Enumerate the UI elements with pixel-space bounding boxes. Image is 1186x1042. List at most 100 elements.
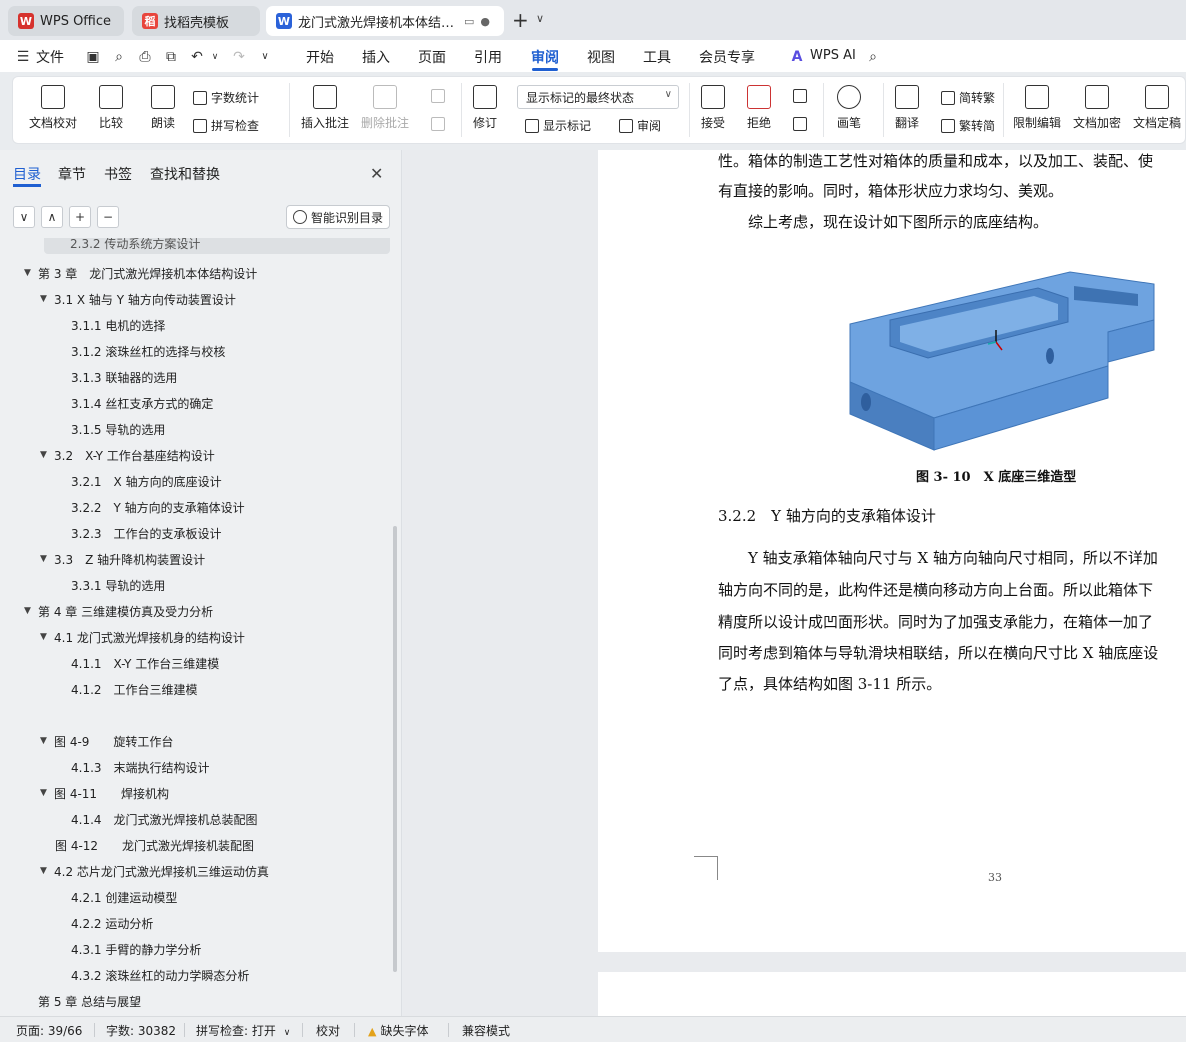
toc-item[interactable]: ▼ 4.1 龙门式激光焊接机身的结构设计 bbox=[40, 626, 245, 648]
nav-tab-find-replace[interactable]: 查找和替换 bbox=[150, 164, 220, 184]
menu-view[interactable]: 视图 bbox=[587, 47, 615, 67]
unsaved-dot-icon[interactable]: ● bbox=[480, 15, 490, 28]
expand-triangle-icon[interactable]: ▼ bbox=[40, 736, 54, 746]
toc-item[interactable]: ▼ 图 4-9 旋转工作台 bbox=[40, 730, 173, 752]
toc-item[interactable]: 3.1.2 滚珠丝杠的选择与校核 bbox=[71, 340, 225, 362]
expand-triangle-icon[interactable]: ▼ bbox=[40, 450, 54, 460]
toc-item-partial[interactable]: 2.3.2 传动系统方案设计 bbox=[44, 238, 390, 254]
toc-item[interactable]: 3.3.1 导轨的选用 bbox=[71, 574, 165, 596]
undo-icon[interactable]: ↶ bbox=[188, 48, 206, 66]
pen-button[interactable]: 画笔 bbox=[837, 85, 861, 131]
toc-item[interactable]: 4.3.2 滚珠丝杠的动力学瞬态分析 bbox=[71, 964, 249, 986]
menu-insert[interactable]: 插入 bbox=[362, 47, 390, 67]
tab-document[interactable]: W 龙门式激光焊接机本体结构与控 ▭ ● bbox=[266, 6, 504, 36]
nav-tab-bookmarks[interactable]: 书签 bbox=[104, 164, 132, 184]
toc-item[interactable]: 第 5 章 总结与展望 bbox=[38, 990, 141, 1012]
nav-tab-chapters[interactable]: 章节 bbox=[58, 164, 86, 184]
collapse-down-chevron-icon[interactable]: ∨ bbox=[13, 206, 35, 228]
expand-triangle-icon[interactable]: ▼ bbox=[40, 632, 54, 642]
toc-item[interactable]: 4.1.3 末端执行结构设计 bbox=[71, 756, 210, 778]
encrypt-button[interactable]: 文档加密 bbox=[1073, 85, 1121, 131]
expand-up-chevron-icon[interactable]: ∧ bbox=[41, 206, 63, 228]
next-comment-button[interactable] bbox=[431, 117, 449, 131]
expand-triangle-icon[interactable]: ▼ bbox=[40, 554, 54, 564]
toc-item[interactable]: ▼ 3.2 X-Y 工作台基座结构设计 bbox=[40, 444, 215, 466]
share-icon[interactable]: ⌕ bbox=[110, 48, 128, 66]
toc-item[interactable]: 3.1.5 导轨的选用 bbox=[71, 418, 165, 440]
reject-button[interactable]: 拒绝 bbox=[747, 85, 771, 131]
translate-button[interactable]: 翻译 bbox=[895, 85, 919, 131]
tab-template[interactable]: 稻 找稻壳模板 bbox=[132, 6, 260, 36]
toc-item[interactable]: 3.1.4 丝杠支承方式的确定 bbox=[71, 392, 213, 414]
toc-item[interactable]: 4.1.4 龙门式激光焊接机总装配图 bbox=[71, 808, 258, 830]
toc-item[interactable]: 4.2.1 创建运动模型 bbox=[71, 886, 177, 908]
toc-item[interactable]: 3.1.3 联轴器的选用 bbox=[71, 366, 177, 388]
toc-item[interactable]: 4.3.1 手臂的静力学分析 bbox=[71, 938, 201, 960]
spell-check-button[interactable]: 拼写检查 bbox=[193, 117, 259, 134]
menu-page[interactable]: 页面 bbox=[418, 47, 446, 67]
menu-member[interactable]: 会员专享 bbox=[699, 47, 755, 67]
expand-triangle-icon[interactable]: ▼ bbox=[40, 866, 54, 876]
prev-revision-button[interactable] bbox=[793, 89, 811, 103]
menu-start[interactable]: 开始 bbox=[306, 47, 334, 67]
nav-tab-toc[interactable]: 目录 bbox=[13, 164, 41, 184]
toc-item[interactable]: ▼ 图 4-11 焊接机构 bbox=[40, 782, 169, 804]
toc-item[interactable]: 3.2.2 Y 轴方向的支承箱体设计 bbox=[71, 496, 245, 518]
next-document-page[interactable] bbox=[598, 972, 1186, 1016]
chevron-down-icon[interactable]: ∨ bbox=[206, 48, 224, 66]
toc-item[interactable]: 3.2.3 工作台的支承板设计 bbox=[71, 522, 222, 544]
read-aloud-button[interactable]: 朗读 bbox=[151, 85, 175, 131]
toc-item[interactable]: 4.1.1 X-Y 工作台三维建模 bbox=[71, 652, 219, 674]
proofread-status[interactable]: 校对 bbox=[316, 1022, 340, 1039]
menu-wps-ai[interactable]: WPS AI bbox=[810, 48, 856, 63]
revise-button[interactable]: 修订 bbox=[473, 85, 497, 131]
tab-wps-office[interactable]: W WPS Office bbox=[8, 6, 124, 36]
expand-triangle-icon[interactable]: ▼ bbox=[24, 606, 38, 616]
menu-reference[interactable]: 引用 bbox=[474, 47, 502, 67]
expand-triangle-icon[interactable]: ▼ bbox=[24, 268, 38, 278]
word-count-indicator[interactable]: 字数: 30382 bbox=[106, 1022, 176, 1039]
chevron-down-icon[interactable]: ∨ bbox=[536, 12, 544, 25]
menu-file[interactable]: 文件 bbox=[36, 47, 64, 67]
print-preview-icon[interactable]: ⧉ bbox=[162, 48, 180, 66]
finalize-button[interactable]: 文档定稿 bbox=[1133, 85, 1181, 131]
toc-scrollbar[interactable] bbox=[393, 526, 397, 972]
compare-button[interactable]: 比较 bbox=[99, 85, 123, 131]
hamburger-icon[interactable]: ☰ bbox=[14, 48, 32, 66]
smart-toc-button[interactable]: 智能识别目录 bbox=[286, 205, 390, 229]
next-revision-button[interactable] bbox=[793, 117, 811, 131]
to-traditional-button[interactable]: 简转繁 bbox=[941, 89, 995, 106]
doc-check-button[interactable]: 文档校对 bbox=[29, 85, 77, 131]
toc-item[interactable]: ▼ 4.2 芯片龙门式激光焊接机三维运动仿真 bbox=[40, 860, 269, 882]
wps-ai-icon[interactable]: A bbox=[788, 48, 806, 66]
search-icon[interactable]: ⌕ bbox=[864, 48, 882, 66]
new-tab-plus-icon[interactable]: + bbox=[512, 9, 529, 31]
redo-icon[interactable]: ↷ bbox=[230, 48, 248, 66]
review-pane-button[interactable]: 审阅 bbox=[619, 117, 661, 134]
restrict-edit-button[interactable]: 限制编辑 bbox=[1013, 85, 1061, 131]
track-state-select[interactable]: 显示标记的最终状态 ∨ bbox=[517, 85, 679, 109]
menu-tools[interactable]: 工具 bbox=[643, 47, 671, 67]
remove-heading-minus-icon[interactable]: − bbox=[97, 206, 119, 228]
toc-item[interactable]: ▼ 第 3 章 龙门式激光焊接机本体结构设计 bbox=[24, 262, 257, 284]
prev-comment-button[interactable] bbox=[431, 89, 449, 103]
toc-item[interactable]: 4.2.2 运动分析 bbox=[71, 912, 153, 934]
add-heading-plus-icon[interactable]: + bbox=[69, 206, 91, 228]
accept-button[interactable]: 接受 bbox=[701, 85, 725, 131]
spell-check-status[interactable]: 拼写检查: 打开 ∨ bbox=[196, 1022, 290, 1039]
missing-font-status[interactable]: ▲ 缺失字体 bbox=[368, 1022, 428, 1039]
to-simplified-button[interactable]: 繁转简 bbox=[941, 117, 995, 134]
close-icon[interactable]: ✕ bbox=[370, 164, 383, 183]
toc-item[interactable]: 3.2.1 X 轴方向的底座设计 bbox=[71, 470, 222, 492]
more-chevron-icon[interactable]: ∨ bbox=[256, 48, 274, 66]
document-page[interactable]: 性。箱体的制造工艺性对箱体的质量和成本，以及加工、装配、使 有直接的影响。同时，… bbox=[598, 150, 1186, 952]
expand-triangle-icon[interactable]: ▼ bbox=[40, 788, 54, 798]
save-icon[interactable]: ▣ bbox=[84, 48, 102, 66]
expand-triangle-icon[interactable]: ▼ bbox=[40, 294, 54, 304]
toc-item[interactable]: ▼ 3.1 X 轴与 Y 轴方向传动装置设计 bbox=[40, 288, 236, 310]
show-markup-button[interactable]: 显示标记 bbox=[525, 117, 591, 134]
toc-item[interactable]: 4.1.2 工作台三维建模 bbox=[71, 678, 198, 700]
print-icon[interactable]: ⎙ bbox=[136, 48, 154, 66]
toc-item[interactable]: 3.1.1 电机的选择 bbox=[71, 314, 165, 336]
word-count-button[interactable]: 字数统计 bbox=[193, 89, 259, 106]
